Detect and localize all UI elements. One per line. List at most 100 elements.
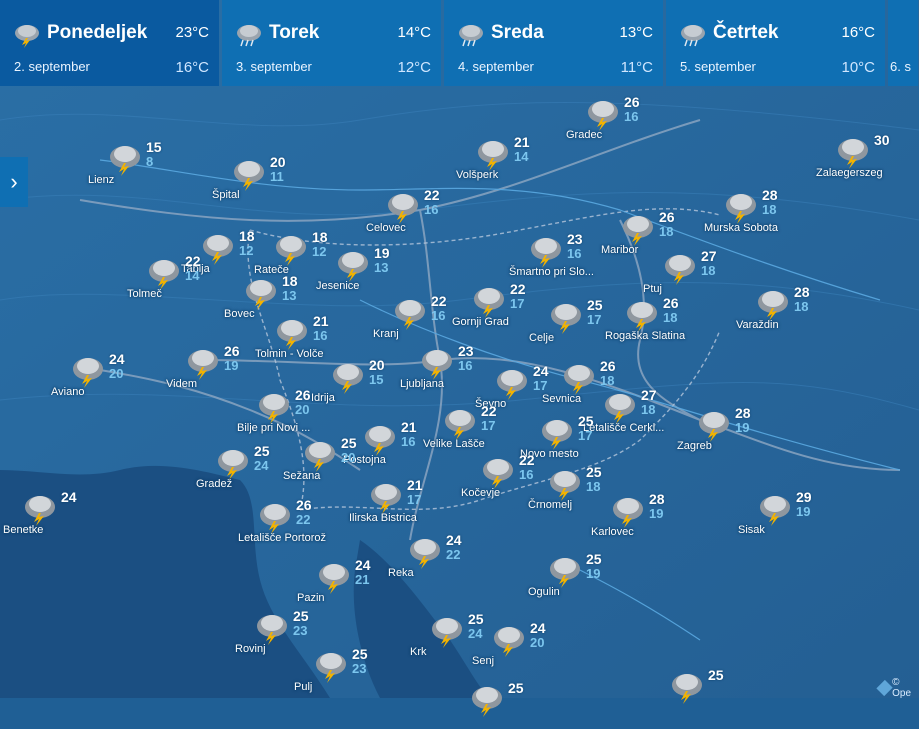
city-marker[interactable]: 21 16 Postojna — [343, 419, 433, 468]
city-name: Zalaegerszeg — [816, 167, 883, 179]
city-max-temp: 18 — [312, 229, 328, 245]
city-marker[interactable]: 24 21 Pazin — [297, 557, 387, 606]
city-marker[interactable]: 25 24 Gradež — [196, 443, 286, 492]
storm-cloud-icon — [726, 194, 756, 224]
city-marker[interactable]: 20 15 Idrija — [311, 357, 401, 406]
city-marker[interactable]: 22 17 Velike Lašče — [423, 403, 513, 452]
city-max-temp: 23 — [458, 343, 474, 359]
city-min-temp: 18 — [641, 402, 656, 417]
city-max-temp: 22 — [481, 403, 497, 419]
city-marker[interactable]: 26 19 Videm — [166, 343, 256, 392]
city-marker[interactable]: 22 17 Gornji Grad — [452, 281, 542, 330]
city-name: Bilje pri Novi ... — [237, 422, 311, 434]
city-marker[interactable]: 26 22 Letališče Portorož — [238, 497, 328, 546]
city-name: Murska Sobota — [704, 222, 778, 234]
city-marker[interactable]: 25 — [470, 680, 540, 729]
city-max-temp: 25 — [586, 551, 602, 567]
rain-cloud-icon — [237, 25, 261, 47]
city-min-temp: 8 — [146, 154, 154, 169]
city-marker[interactable]: 25 20 Sežana — [283, 435, 373, 484]
city-marker[interactable]: 21 17 Ilirska Bistrica — [349, 477, 439, 526]
city-min-temp: 22 — [296, 512, 311, 527]
day-date: 2. september — [14, 59, 90, 74]
city-marker[interactable]: 18 12 Rateče — [254, 229, 344, 278]
city-max-temp: 30 — [874, 132, 890, 148]
city-name: Špital — [212, 189, 240, 201]
storm-cloud-icon — [333, 364, 363, 394]
city-marker[interactable]: 26 20 Bilje pri Novi ... — [237, 387, 327, 436]
city-min-temp: 15 — [369, 372, 384, 387]
storm-cloud-icon — [588, 101, 618, 131]
city-min-temp: 14 — [514, 149, 529, 164]
map-attribution[interactable]: © Ope — [876, 677, 919, 699]
day-name: Sreda — [491, 22, 544, 43]
city-name: Pazin — [297, 592, 325, 604]
city-marker[interactable]: 25 24 Krk — [410, 611, 500, 660]
city-marker[interactable]: 24 20 Aviano — [51, 351, 141, 400]
city-marker[interactable]: 24 Benetke — [3, 489, 93, 538]
city-marker[interactable]: 28 19 Karlovec — [591, 491, 681, 540]
city-marker[interactable]: 27 18 Ptuj — [643, 248, 733, 297]
city-min-temp: 17 — [533, 378, 548, 393]
city-max-temp: 22 — [431, 293, 447, 309]
day-max-temp: 13°C — [619, 24, 653, 41]
city-marker[interactable]: 20 11 Špital — [212, 154, 302, 203]
rain-cloud-icon — [459, 25, 483, 47]
city-marker[interactable]: 28 19 Zagreb — [677, 405, 767, 454]
city-marker[interactable]: 19 13 Jesenice — [316, 245, 406, 294]
day-max-temp: 14°C — [397, 24, 431, 41]
city-min-temp: 16 — [567, 246, 582, 261]
city-marker[interactable]: 24 20 Senj — [472, 620, 562, 669]
city-min-temp: 19 — [224, 358, 239, 373]
storm-cloud-icon — [410, 539, 440, 569]
city-min-temp: 18 — [586, 479, 601, 494]
city-marker[interactable]: 22 16 Celovec — [366, 187, 456, 236]
city-name: Rogaška Slatina — [605, 330, 686, 342]
city-marker[interactable]: 26 18 Rogaška Slatina — [605, 295, 695, 344]
city-min-temp: 24 — [254, 458, 269, 473]
city-min-temp: 17 — [587, 312, 602, 327]
city-marker[interactable]: 28 18 Varaždin — [736, 284, 826, 333]
city-min-temp: 16 — [313, 328, 328, 343]
day-tab-3[interactable]: Sreda 13°C 4. september 11°C — [444, 0, 663, 86]
city-marker[interactable]: 29 19 Sisak — [738, 489, 828, 538]
city-min-temp: 12 — [312, 244, 327, 259]
city-marker[interactable]: 25 — [670, 667, 740, 716]
city-marker[interactable]: 25 18 Črnomelj — [528, 464, 618, 513]
city-name: Benetke — [3, 524, 44, 536]
city-max-temp: 22 — [424, 187, 440, 203]
city-marker[interactable]: 26 16 Gradec — [566, 94, 656, 143]
city-marker[interactable]: 23 16 Šmartno pri Slo... — [509, 231, 599, 280]
storm-cloud-icon — [110, 146, 140, 176]
city-marker[interactable]: 27 18 Letališče Cerkl... — [583, 387, 673, 436]
city-min-temp: 20 — [295, 402, 310, 417]
city-max-temp: 25 — [293, 608, 309, 624]
city-marker[interactable]: 15 8 Lienz — [88, 139, 178, 188]
storm-cloud-icon — [838, 139, 868, 169]
city-name: Reka — [388, 567, 414, 579]
city-max-temp: 26 — [600, 358, 616, 374]
day-tab-4[interactable]: Četrtek 16°C 5. september 10°C — [666, 0, 885, 86]
city-max-temp: 24 — [533, 363, 549, 379]
day-tab-5[interactable]: 6. s — [888, 0, 918, 86]
city-marker[interactable]: 25 23 Pulj — [294, 646, 384, 695]
city-marker[interactable]: 22 16 Kočevje — [461, 452, 551, 501]
storm-cloud-icon — [672, 674, 702, 704]
city-marker[interactable]: 25 19 Ogulin — [528, 551, 618, 600]
day-name: Ponedeljek — [47, 22, 148, 43]
city-marker[interactable]: 21 14 Volšperk — [456, 134, 546, 183]
storm-cloud-icon — [149, 260, 179, 290]
city-max-temp: 25 — [586, 464, 602, 480]
city-name: Šmartno pri Slo... — [509, 266, 594, 278]
city-marker[interactable]: 22 14 Tolmeč — [127, 253, 217, 302]
day-tab-1[interactable]: Ponedeljek 23°C 2. september 16°C — [0, 0, 219, 86]
city-marker[interactable]: 21 16 Tolmin - Volče — [255, 313, 345, 362]
city-marker[interactable]: 23 16 Ljubljana — [400, 343, 490, 392]
storm-cloud-icon — [259, 394, 289, 424]
city-max-temp: 18 — [282, 273, 298, 289]
side-panel-toggle[interactable]: › — [0, 157, 28, 207]
day-tab-2[interactable]: Torek 14°C 3. september 12°C — [222, 0, 441, 86]
city-marker[interactable]: 30 Zalaegerszeg — [816, 132, 906, 181]
city-marker[interactable]: 24 22 Reka — [388, 532, 478, 581]
city-marker[interactable]: 28 18 Murska Sobota — [704, 187, 794, 236]
